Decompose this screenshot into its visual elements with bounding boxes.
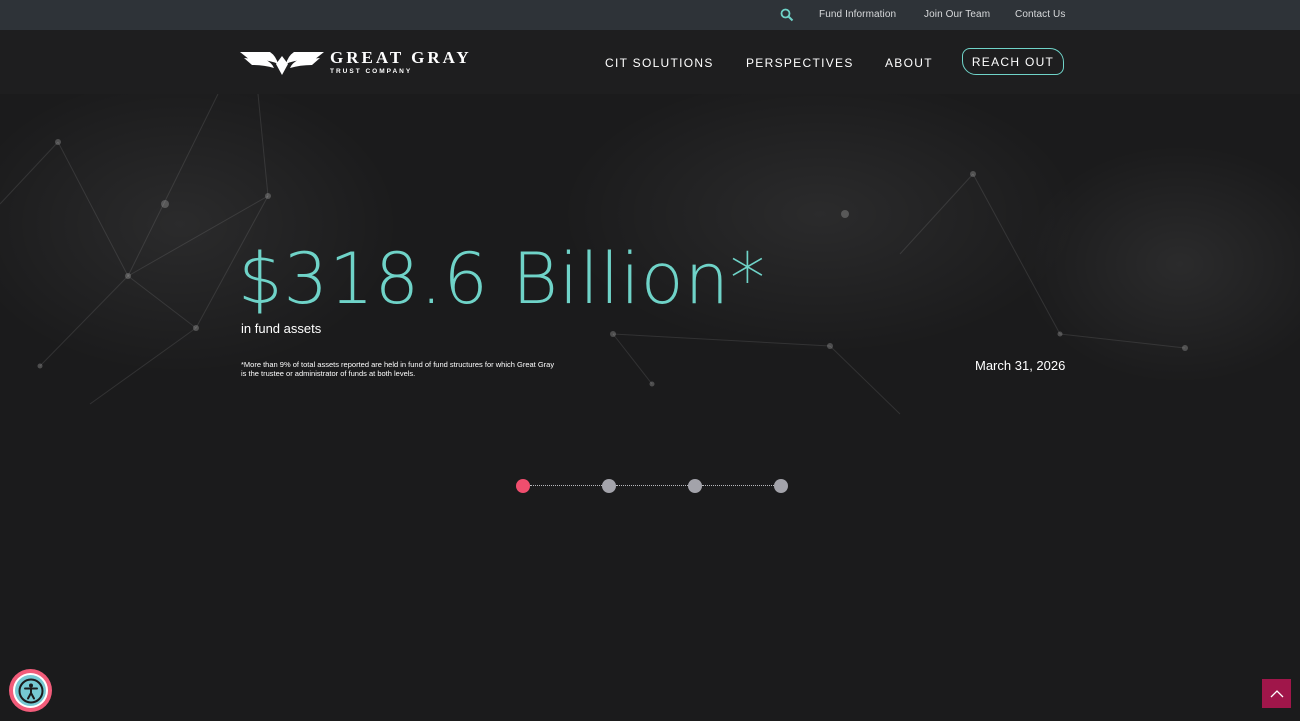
search-icon[interactable]	[780, 8, 794, 22]
logo-subtitle: TRUST COMPANY	[330, 68, 413, 75]
pager-connector	[616, 485, 688, 486]
back-to-top-button[interactable]	[1262, 679, 1291, 708]
stat-date: March 31, 2026	[975, 358, 1066, 373]
utility-bar: Fund Information Join Our Team Contact U…	[0, 0, 1300, 30]
assets-footnote: *More than 9% of total assets reported a…	[241, 360, 555, 378]
pager-dot-4[interactable]	[774, 479, 788, 493]
pager-dot-3[interactable]	[688, 479, 702, 493]
nav-about[interactable]: ABOUT	[885, 56, 933, 70]
accessibility-icon	[18, 678, 43, 703]
nav-perspectives[interactable]: PERSPECTIVES	[746, 56, 854, 70]
pager-dot-1[interactable]	[516, 479, 530, 493]
pager-connector	[702, 485, 774, 486]
logo[interactable]: GREAT GRAY TRUST COMPANY	[240, 48, 469, 78]
reach-out-button[interactable]: REACH OUT	[962, 48, 1064, 75]
accessibility-button[interactable]	[9, 669, 52, 712]
fund-assets-label: in fund assets	[241, 321, 322, 336]
nav-cit-solutions[interactable]: CIT SOLUTIONS	[605, 56, 714, 70]
contact-us-link[interactable]: Contact Us	[1015, 9, 1065, 20]
slide-pager	[516, 479, 790, 493]
pager-dot-2[interactable]	[602, 479, 616, 493]
chevron-up-icon	[1270, 689, 1283, 697]
logo-wings-icon	[240, 52, 324, 75]
fund-information-link[interactable]: Fund Information	[819, 9, 896, 20]
logo-name: GREAT GRAY	[330, 48, 472, 67]
fund-assets-stat: $318.6 Billion*	[238, 238, 767, 320]
join-our-team-link[interactable]: Join Our Team	[924, 9, 990, 20]
pager-connector	[530, 485, 602, 486]
